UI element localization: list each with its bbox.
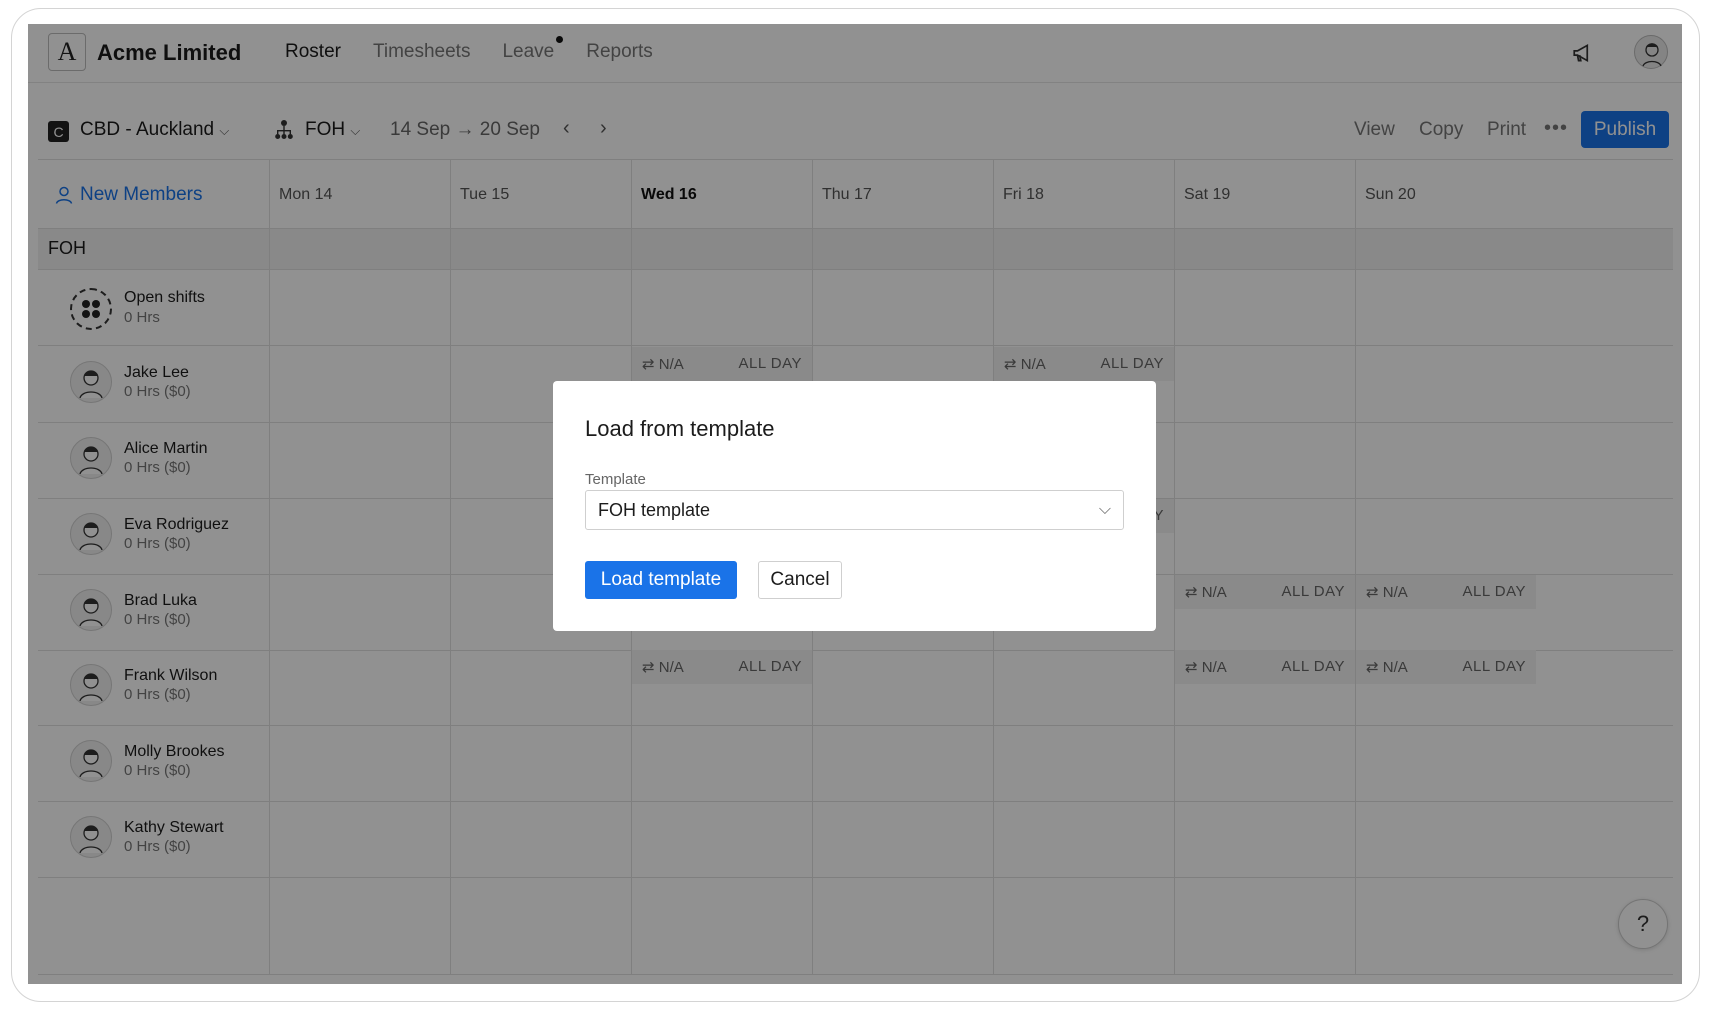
chevron-down-icon: ⌵ (1098, 501, 1111, 518)
template-field-label: Template (585, 471, 646, 488)
template-select-value: FOH template (598, 500, 711, 520)
load-template-dialog: Load from template Template FOH template… (553, 381, 1156, 631)
dialog-title: Load from template (585, 416, 775, 441)
template-select[interactable]: FOH template ⌵ (585, 490, 1124, 530)
cancel-button[interactable]: Cancel (758, 561, 842, 599)
app: A Acme Limited Roster Timesheets Leave Repo… (28, 24, 1682, 984)
load-template-button[interactable]: Load template (585, 561, 737, 599)
